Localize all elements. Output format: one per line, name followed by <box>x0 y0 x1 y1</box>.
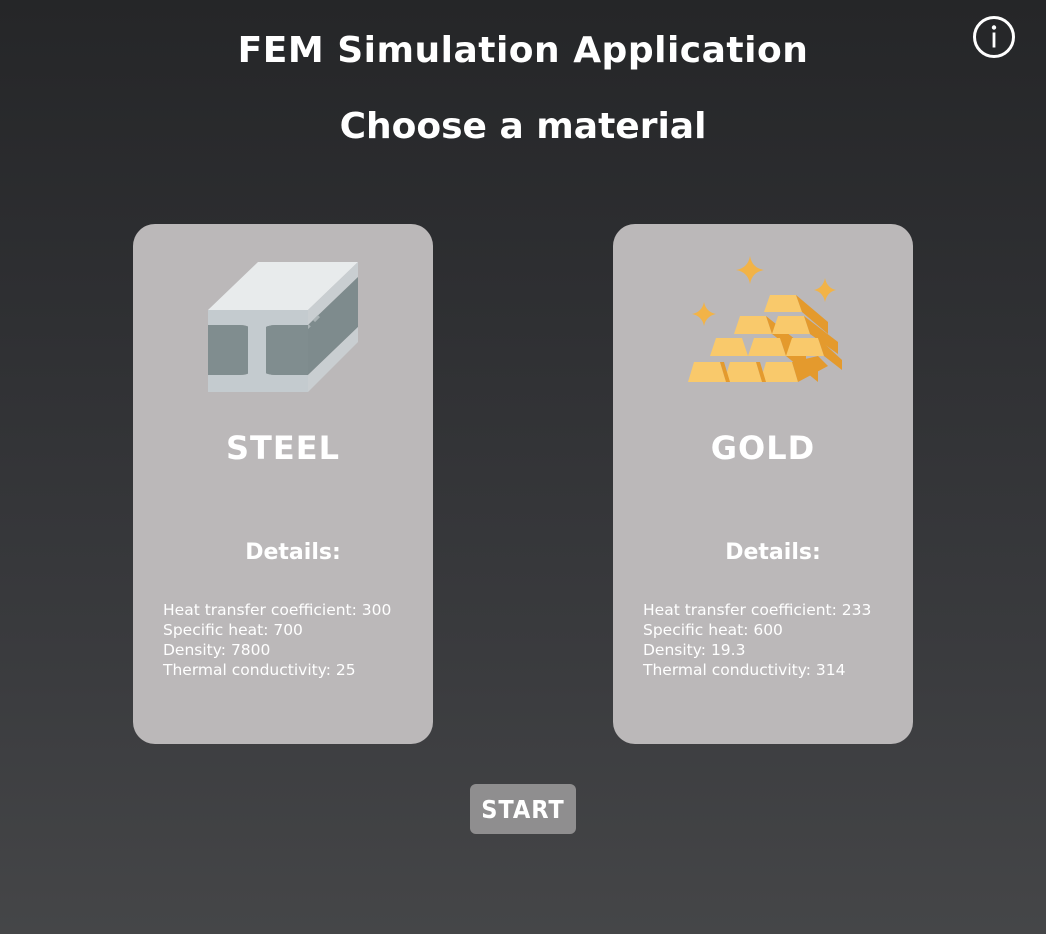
detail-heat-transfer: Heat transfer coefficient: 300 <box>163 601 392 619</box>
material-card-gold[interactable]: GOLD Details: Heat transfer coefficient:… <box>613 224 913 744</box>
material-name: STEEL <box>226 429 340 467</box>
detail-thermal-conductivity: Thermal conductivity: 25 <box>163 661 356 679</box>
detail-density: Density: 19.3 <box>643 641 746 659</box>
detail-specific-heat: Specific heat: 700 <box>163 621 303 639</box>
page-subtitle: Choose a material <box>339 106 707 147</box>
app-title: FEM Simulation Application <box>237 30 809 71</box>
material-name: GOLD <box>710 429 816 467</box>
details-list: Heat transfer coefficient: 300 Specific … <box>163 600 425 680</box>
info-icon[interactable] <box>972 15 1016 59</box>
detail-thermal-conductivity: Thermal conductivity: 314 <box>643 661 846 679</box>
details-list: Heat transfer coefficient: 233 Specific … <box>643 600 905 680</box>
gold-bars-icon <box>678 242 848 402</box>
details-heading: Details: <box>245 540 341 565</box>
detail-heat-transfer: Heat transfer coefficient: 233 <box>643 601 872 619</box>
detail-specific-heat: Specific heat: 600 <box>643 621 783 639</box>
material-card-steel[interactable]: STEEL Details: Heat transfer coefficient… <box>133 224 433 744</box>
detail-density: Density: 7800 <box>163 641 271 659</box>
details-heading: Details: <box>725 540 821 565</box>
steel-i-beam-icon <box>198 242 368 402</box>
start-button[interactable]: START <box>470 784 576 834</box>
